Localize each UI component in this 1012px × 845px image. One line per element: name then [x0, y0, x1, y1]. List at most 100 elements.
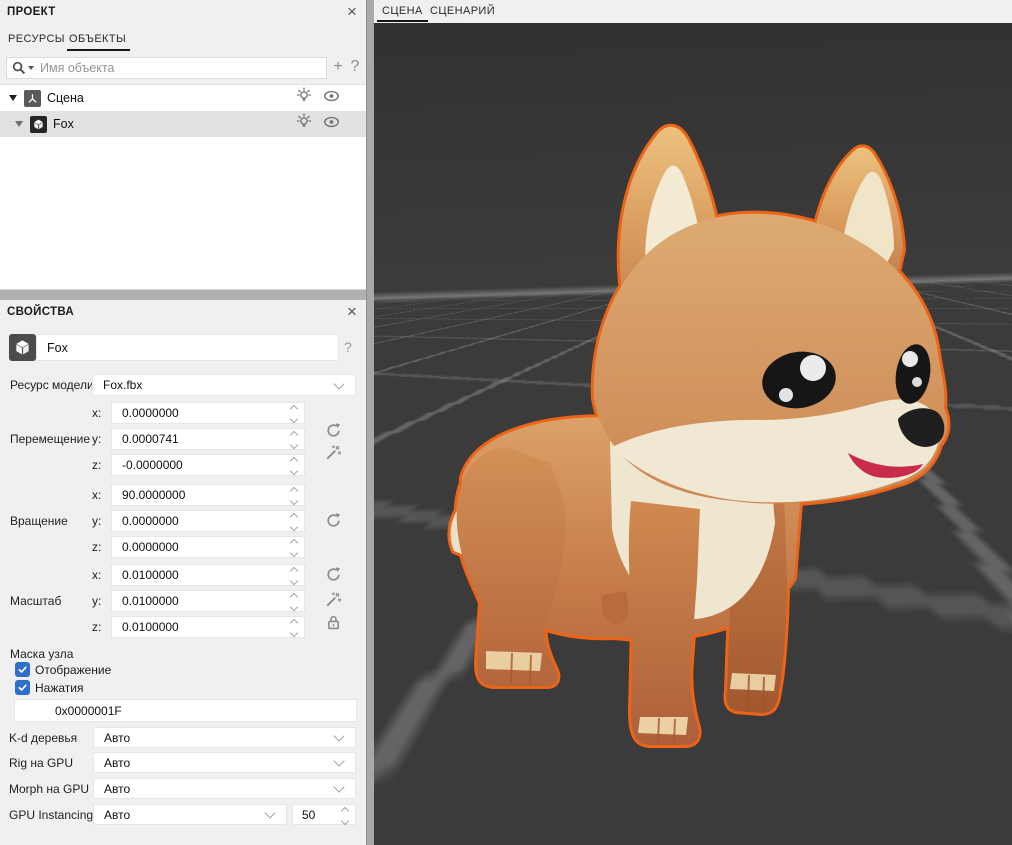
spinner-up-icon[interactable] — [290, 513, 298, 521]
scene-viewport[interactable] — [374, 23, 1012, 845]
spinner-up-icon[interactable] — [290, 487, 298, 495]
tree-row-scene[interactable]: Сцена — [0, 85, 366, 111]
spinner-up-icon[interactable] — [290, 593, 298, 601]
visibility-toggle-icon[interactable] — [323, 89, 340, 107]
node-mask-label: Маска узла — [10, 647, 73, 661]
scale-z-field[interactable]: 0.0100000 — [111, 616, 305, 638]
spinner-down-icon[interactable] — [290, 602, 298, 610]
translation-z-field[interactable]: -0.0000000 — [111, 454, 305, 476]
viewport-sky — [374, 23, 1012, 303]
spinner-down-icon[interactable] — [290, 548, 298, 556]
scale-z-value: 0.0100000 — [112, 617, 304, 637]
kd-trees-value: Авто — [94, 731, 335, 745]
gpu-instancing-count-field[interactable] — [292, 804, 356, 825]
checkbox-row-display[interactable]: Отображение — [15, 662, 111, 677]
rotation-y-field[interactable]: 0.0000000 — [111, 510, 305, 532]
object-name-input[interactable] — [37, 335, 348, 360]
checkbox-checked-icon[interactable] — [15, 680, 30, 695]
axis-label-z: z: — [92, 458, 108, 472]
spinner-down-icon[interactable] — [290, 440, 298, 448]
search-icon[interactable] — [12, 61, 34, 75]
axis-label-y: y: — [92, 432, 108, 446]
expander-icon[interactable] — [9, 95, 17, 101]
left-panel-column: ПРОЕКТ × РЕСУРСЫ ОБЪЕКТЫ + ? — [0, 0, 366, 845]
panel-resize-handle[interactable] — [366, 0, 374, 845]
gpu-instancing-label: GPU Instancing — [9, 808, 93, 822]
lock-uniform-scale-icon[interactable] — [326, 614, 343, 631]
tab-scene[interactable]: СЦЕНА — [382, 5, 423, 17]
add-object-button[interactable]: + — [330, 58, 346, 76]
chevron-down-icon — [333, 755, 344, 766]
translation-y-field[interactable]: 0.0000741 — [111, 428, 305, 450]
kd-trees-select[interactable]: Авто — [93, 727, 356, 748]
object-name-field[interactable] — [36, 334, 339, 361]
visibility-toggle-icon[interactable] — [323, 115, 340, 133]
spinner-down-icon[interactable] — [290, 576, 298, 584]
spinner-down-icon[interactable] — [290, 414, 298, 422]
axis-label-z: z: — [92, 620, 108, 634]
expander-icon[interactable] — [15, 121, 23, 127]
scale-x-field[interactable]: 0.0100000 — [111, 564, 305, 586]
project-panel: ПРОЕКТ × РЕСУРСЫ ОБЪЕКТЫ + ? — [0, 0, 366, 27]
close-icon[interactable]: × — [344, 303, 360, 321]
tab-resources[interactable]: РЕСУРСЫ — [8, 33, 65, 45]
tree-row-fox[interactable]: Fox — [0, 111, 366, 137]
rig-gpu-select[interactable]: Авто — [93, 752, 356, 773]
rotation-z-field[interactable]: 0.0000000 — [111, 536, 305, 558]
model-resource-select[interactable]: Fox.fbx — [92, 374, 356, 396]
node-mask-hex-field[interactable] — [14, 699, 357, 722]
spinner-up-icon[interactable] — [290, 405, 298, 413]
spinner-down-icon[interactable] — [290, 628, 298, 636]
auto-translation-wand-icon[interactable] — [325, 444, 342, 461]
scene-object-tree: Сцена — [0, 84, 366, 289]
morph-gpu-select[interactable]: Авто — [93, 778, 356, 799]
properties-panel-header: СВОЙСТВА × — [0, 300, 366, 327]
gpu-instancing-select[interactable]: Авто — [93, 804, 287, 825]
tab-scenario[interactable]: СЦЕНАРИЙ — [430, 5, 495, 17]
light-toggle-icon[interactable] — [296, 113, 312, 135]
reset-scale-icon[interactable] — [325, 566, 342, 583]
help-button[interactable]: ? — [344, 339, 352, 355]
node-mask-hex-input[interactable] — [15, 700, 396, 721]
rotation-x-field[interactable]: 90.0000000 — [111, 484, 305, 506]
spinner-down-icon[interactable] — [290, 466, 298, 474]
kd-trees-label: K-d деревья — [9, 731, 77, 745]
tab-objects[interactable]: ОБЪЕКТЫ — [69, 33, 126, 45]
spinner-up-icon[interactable] — [290, 457, 298, 465]
spinner-up-icon[interactable] — [290, 431, 298, 439]
rotation-z-value: 0.0000000 — [112, 537, 304, 557]
search-input[interactable] — [40, 61, 326, 75]
reset-rotation-icon[interactable] — [325, 512, 342, 529]
search-filter-dropdown-icon[interactable] — [28, 66, 34, 70]
model-cube-icon — [30, 116, 47, 133]
spinner-up-icon[interactable] — [290, 619, 298, 627]
spinner-up-icon[interactable] — [290, 567, 298, 575]
auto-scale-wand-icon[interactable] — [325, 591, 342, 608]
gpu-instancing-count-input[interactable] — [293, 805, 336, 824]
translation-x-field[interactable]: 0.0000000 — [111, 402, 305, 424]
object-search-field[interactable] — [6, 57, 327, 79]
editor-window: ПРОЕКТ × РЕСУРСЫ ОБЪЕКТЫ + ? — [0, 0, 1012, 845]
spinner-down-icon[interactable] — [290, 522, 298, 530]
spinner-up-icon[interactable] — [341, 807, 349, 815]
light-toggle-icon[interactable] — [296, 87, 312, 109]
properties-panel: СВОЙСТВА × ? Ресурс модели Fox.fbx Пер — [0, 300, 366, 845]
scale-y-value: 0.0100000 — [112, 591, 304, 611]
axis-label-x: x: — [92, 568, 108, 582]
spinner-down-icon[interactable] — [290, 496, 298, 504]
chevron-down-icon — [333, 781, 344, 792]
tree-item-label: Сцена — [47, 91, 84, 105]
scale-y-field[interactable]: 0.0100000 — [111, 590, 305, 612]
translation-z-value: -0.0000000 — [112, 455, 304, 475]
reset-translation-icon[interactable] — [325, 422, 342, 439]
spinner-down-icon[interactable] — [341, 816, 349, 824]
object-cube-icon — [9, 334, 36, 361]
ground-grid — [374, 23, 1012, 845]
close-icon[interactable]: × — [344, 3, 360, 21]
spinner-up-icon[interactable] — [290, 539, 298, 547]
help-button[interactable]: ? — [347, 58, 363, 76]
rig-gpu-label: Rig на GPU — [9, 756, 73, 770]
checkbox-checked-icon[interactable] — [15, 662, 30, 677]
checkbox-row-clicks[interactable]: Нажатия — [15, 680, 83, 695]
axis-label-x: x: — [92, 406, 108, 420]
